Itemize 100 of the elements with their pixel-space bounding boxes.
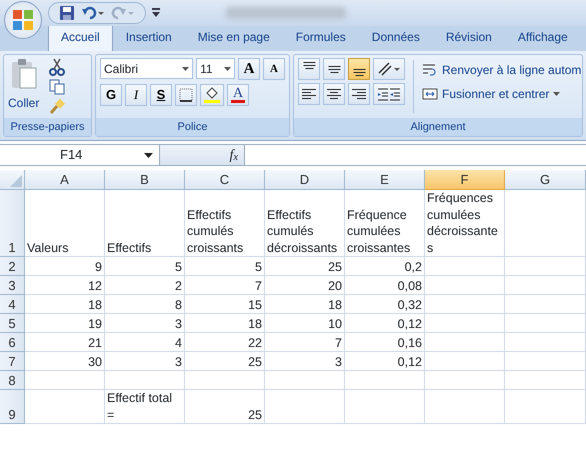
align-center-icon — [327, 89, 341, 99]
table-cell: 18 — [25, 295, 105, 314]
column-header[interactable]: G — [505, 170, 586, 190]
table-cell: 18 — [265, 295, 345, 314]
indent-button[interactable] — [373, 83, 405, 105]
ribbon-tab[interactable]: Données — [358, 23, 433, 51]
alignment-button[interactable] — [348, 83, 370, 105]
ribbon-tab[interactable]: Formules — [282, 23, 359, 51]
dropdown-arrow-icon — [144, 152, 153, 158]
indent-icon — [377, 86, 401, 102]
table-cell: 8 — [105, 295, 185, 314]
font-style-button[interactable]: S — [150, 84, 172, 106]
table-cell: 5 — [105, 257, 185, 276]
table-cell: Fréquences cumulées décroissantes — [425, 190, 505, 257]
table-cell: 10 — [265, 314, 345, 333]
table-cell: 18 — [185, 314, 265, 333]
table-cell: 19 — [25, 314, 105, 333]
wrap-text-button[interactable]: Renvoyer à la ligne autom — [422, 61, 582, 79]
column-header[interactable]: C — [185, 170, 265, 190]
alignment-button[interactable] — [348, 58, 370, 80]
table-cell: 25 — [185, 352, 265, 371]
table-cell: 12 — [25, 276, 105, 295]
ribbon-tab[interactable]: Mise en page — [184, 23, 283, 51]
align-bottom-icon — [352, 69, 366, 76]
copy-icon[interactable] — [49, 79, 66, 95]
row-header[interactable]: 8 — [0, 371, 25, 390]
dropdown-arrow-icon — [182, 66, 190, 70]
row-header[interactable]: 5 — [0, 314, 25, 333]
merge-center-button[interactable]: Fusionner et centrer — [422, 85, 582, 103]
font-size-field[interactable]: 11 — [196, 58, 235, 79]
clipboard-icon — [10, 58, 38, 90]
save-icon[interactable] — [59, 5, 75, 21]
table-cell: 22 — [185, 333, 265, 352]
row-header[interactable]: 7 — [0, 352, 25, 371]
table-cell: 2 — [105, 276, 185, 295]
dropdown-arrow-icon — [553, 92, 560, 96]
group-label: Alignement — [294, 118, 582, 136]
table-cell: 7 — [265, 333, 345, 352]
table-cell: 15 — [185, 295, 265, 314]
row-header[interactable]: 9 — [0, 390, 25, 424]
alignment-button[interactable] — [298, 58, 320, 80]
row-header[interactable]: 1 — [0, 190, 25, 257]
table-cell: 25 — [265, 257, 345, 276]
table-cell: 0,32 — [345, 295, 425, 314]
alignment-button[interactable] — [323, 83, 345, 105]
table-cell: Fréquence cumulées croissantes — [345, 190, 425, 257]
table-cell: 30 — [25, 352, 105, 371]
brush-icon[interactable] — [49, 98, 66, 114]
font-style-button[interactable]: I — [125, 84, 147, 106]
column-header[interactable]: D — [265, 170, 345, 190]
column-header[interactable]: B — [105, 170, 185, 190]
table-cell: Effectifs cumulés décroissants — [265, 190, 345, 257]
borders-button[interactable] — [175, 84, 197, 106]
align-top-icon — [302, 62, 316, 69]
insert-function-button[interactable]: f$_{x}$ — [160, 145, 245, 165]
align-left-icon — [302, 89, 316, 99]
group-label: Presse-papiers — [4, 118, 91, 136]
office-button[interactable] — [4, 1, 42, 39]
table-cell: 25 — [185, 390, 265, 424]
table-cell: 0,16 — [345, 333, 425, 352]
shrink-font-button[interactable]: A — [263, 58, 285, 80]
scissors-icon[interactable] — [49, 58, 66, 76]
table-cell: Effectifs cumulés croissants — [185, 190, 265, 257]
wrap-text-icon — [422, 62, 438, 78]
table-cell: 0,12 — [345, 314, 425, 333]
font-name-field[interactable]: Calibri — [100, 58, 194, 79]
align-middle-icon — [328, 66, 340, 72]
merge-cells-icon — [422, 86, 438, 102]
font-style-button[interactable]: G — [100, 84, 122, 106]
alignment-button[interactable] — [323, 58, 345, 80]
table-cell: 0,2 — [345, 257, 425, 276]
ribbon-tab[interactable]: Révision — [432, 23, 505, 51]
paint-bucket-icon — [204, 87, 220, 103]
row-header[interactable]: 6 — [0, 333, 25, 352]
table-cell: 3 — [105, 352, 185, 371]
orientation-button[interactable] — [373, 58, 405, 80]
row-header[interactable]: 3 — [0, 276, 25, 295]
table-cell: 4 — [105, 333, 185, 352]
fill-color-button[interactable] — [200, 84, 224, 106]
column-header[interactable]: F — [425, 170, 505, 190]
table-cell: 0,12 — [345, 352, 425, 371]
column-header[interactable]: A — [25, 170, 105, 190]
paste-button[interactable]: Coller — [8, 58, 40, 114]
table-cell: Effectif total = — [105, 390, 185, 424]
table-cell: 3 — [265, 352, 345, 371]
grow-font-button[interactable]: A — [238, 58, 260, 80]
borders-icon — [179, 88, 193, 102]
row-header[interactable]: 2 — [0, 257, 25, 276]
ribbon-tab[interactable]: Affichage — [504, 23, 581, 51]
row-header[interactable]: 4 — [0, 295, 25, 314]
ribbon-tab[interactable]: Insertion — [112, 23, 185, 51]
font-color-button[interactable]: A — [227, 84, 249, 106]
undo-icon[interactable] — [81, 5, 105, 21]
table-cell: 9 — [25, 257, 105, 276]
alignment-button[interactable] — [298, 83, 320, 105]
customize-arrow-icon[interactable] — [152, 8, 160, 18]
column-header[interactable]: E — [345, 170, 425, 190]
table-cell: 20 — [265, 276, 345, 295]
table-cell: 7 — [185, 276, 265, 295]
table-cell: 3 — [105, 314, 185, 333]
